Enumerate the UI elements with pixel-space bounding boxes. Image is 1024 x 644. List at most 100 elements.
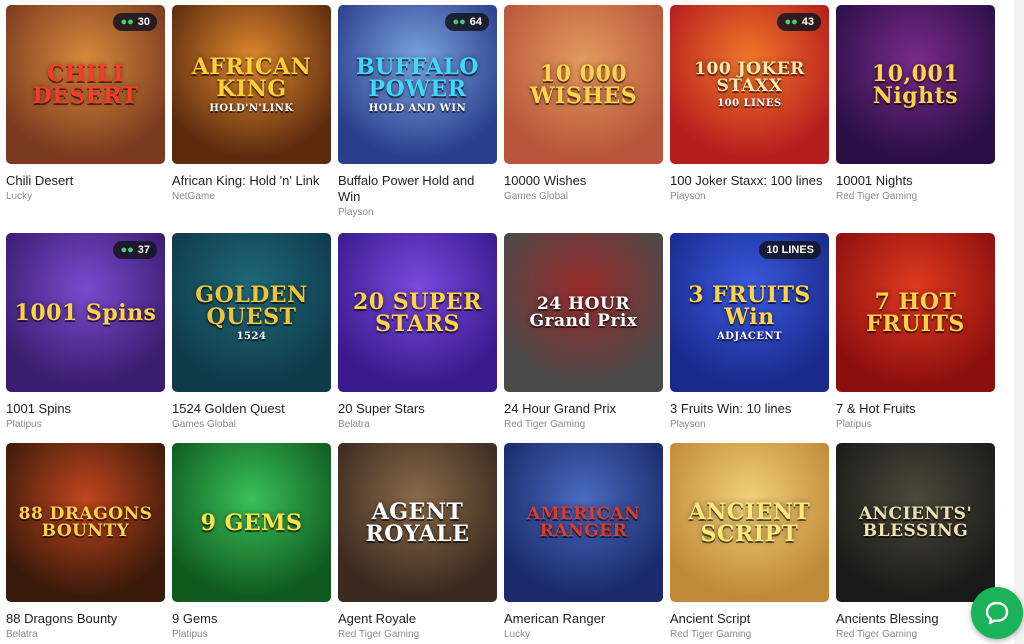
game-title[interactable]: 7 & Hot Fruits bbox=[836, 401, 995, 417]
game-card[interactable]: GOLDEN QUEST 1524 1524 Golden Quest Games G… bbox=[172, 233, 331, 443]
game-thumbnail[interactable]: AGENT ROYALE bbox=[338, 443, 497, 602]
players-count: 64 bbox=[469, 16, 482, 28]
chat-button[interactable] bbox=[971, 587, 1023, 639]
game-card[interactable]: AMERICAN RANGER American Ranger Lucky bbox=[504, 443, 663, 643]
game-title[interactable]: 20 Super Stars bbox=[338, 401, 497, 417]
game-thumbnail[interactable]: ●● 43 100 JOKER STAXX 100 LINES bbox=[670, 5, 829, 164]
game-provider: Lucky bbox=[504, 629, 531, 640]
game-title[interactable]: Chili Desert bbox=[6, 173, 165, 189]
game-title[interactable]: 1001 Spins bbox=[6, 401, 165, 417]
players-icon: ●● bbox=[452, 16, 466, 28]
game-provider: Lucky bbox=[6, 191, 33, 202]
game-title[interactable]: 10001 Nights bbox=[836, 173, 995, 189]
players-icon: ●● bbox=[120, 244, 134, 256]
game-logo-text: 88 DRAGONS BOUNTY bbox=[18, 503, 153, 541]
game-card[interactable]: ●● 30 CHILI DESERT Chili Desert Lucky bbox=[6, 5, 165, 233]
game-title[interactable]: 88 Dragons Bounty bbox=[6, 611, 165, 627]
game-card[interactable]: 10,001 Nights 10001 Nights Red Tiger Gamin… bbox=[836, 5, 995, 233]
game-provider: Belatra bbox=[6, 629, 38, 640]
game-card[interactable]: 24 HOUR Grand Prix 24 Hour Grand Prix Red … bbox=[504, 233, 663, 443]
game-logo-subtitle: 100 LINES bbox=[717, 97, 782, 109]
game-title[interactable]: 10000 Wishes bbox=[504, 173, 663, 189]
game-thumbnail[interactable]: 88 DRAGONS BOUNTY bbox=[6, 443, 165, 602]
players-badge: ●● 43 bbox=[777, 13, 821, 31]
game-card[interactable]: 7 HOT FRUITS 7 & Hot Fruits Platipus bbox=[836, 233, 995, 443]
game-provider: Red Tiger Gaming bbox=[504, 419, 586, 430]
game-logo-text: AGENT ROYALE bbox=[365, 498, 470, 547]
game-logo-subtitle: HOLD'N'LINK bbox=[209, 102, 294, 114]
game-logo-text: AMERICAN RANGER bbox=[526, 503, 641, 541]
game-provider: Playson bbox=[670, 419, 706, 430]
game-logo: 20 SUPER STARS bbox=[338, 291, 497, 335]
game-title[interactable]: 100 Joker Staxx: 100 lines bbox=[670, 173, 829, 189]
game-logo: 1001 Spins bbox=[9, 302, 163, 324]
game-logo: 88 DRAGONS BOUNTY bbox=[6, 503, 165, 541]
game-thumbnail[interactable]: 9 GEMS bbox=[172, 443, 331, 602]
game-title[interactable]: Ancient Script bbox=[670, 611, 829, 627]
game-card[interactable]: 88 DRAGONS BOUNTY 88 Dragons Bounty Belatr… bbox=[6, 443, 165, 643]
players-badge: ●● 64 bbox=[445, 13, 489, 31]
game-thumbnail[interactable]: AMERICAN RANGER bbox=[504, 443, 663, 602]
game-thumbnail[interactable]: 10 000 WISHES bbox=[504, 5, 663, 164]
game-thumbnail[interactable]: 24 HOUR Grand Prix bbox=[504, 233, 663, 392]
game-card[interactable]: ●● 64 BUFFALO POWER HOLD AND WIN Buffalo Pow… bbox=[338, 5, 497, 233]
game-thumbnail[interactable]: 10,001 Nights bbox=[836, 5, 995, 164]
game-thumbnail[interactable]: AFRICAN KING HOLD'N'LINK bbox=[172, 5, 331, 164]
game-card[interactable]: 10 000 WISHES 10000 Wishes Games Global bbox=[504, 5, 663, 233]
game-logo-text: CHILI DESERT bbox=[32, 60, 139, 109]
game-logo-subtitle: 1524 bbox=[236, 330, 267, 342]
game-thumbnail[interactable]: ●● 30 CHILI DESERT bbox=[6, 5, 165, 164]
game-logo-text: 10 000 WISHES bbox=[529, 60, 638, 109]
game-logo-text: 100 JOKER STAXX bbox=[694, 58, 805, 96]
players-count: 30 bbox=[137, 16, 150, 28]
game-title[interactable]: 9 Gems bbox=[172, 611, 331, 627]
game-provider: Platipus bbox=[172, 629, 208, 640]
page-scrollbar[interactable] bbox=[1014, 0, 1024, 644]
game-thumbnail[interactable]: 7 HOT FRUITS bbox=[836, 233, 995, 392]
game-title[interactable]: American Ranger bbox=[504, 611, 663, 627]
game-logo-text: 24 HOUR Grand Prix bbox=[529, 293, 638, 331]
game-provider: Playson bbox=[670, 191, 706, 202]
game-logo: 24 HOUR Grand Prix bbox=[504, 293, 663, 331]
game-logo: 3 FRUITS Win ADJACENT bbox=[670, 284, 829, 342]
game-thumbnail[interactable]: GOLDEN QUEST 1524 bbox=[172, 233, 331, 392]
game-title[interactable]: African King: Hold 'n' Link bbox=[172, 173, 331, 189]
game-card[interactable]: ANCIENT SCRIPT Ancient Script Red Tiger Ga… bbox=[670, 443, 829, 643]
game-provider: Games Global bbox=[504, 191, 568, 202]
game-card[interactable]: AFRICAN KING HOLD'N'LINK African King: Hol… bbox=[172, 5, 331, 233]
game-thumbnail[interactable]: 20 SUPER STARS bbox=[338, 233, 497, 392]
game-logo-subtitle: ADJACENT bbox=[716, 330, 783, 342]
game-card[interactable]: 9 GEMS 9 Gems Platipus bbox=[172, 443, 331, 643]
game-logo: CHILI DESERT bbox=[6, 63, 165, 107]
game-card[interactable]: ●● 37 1001 Spins 1001 Spins Platipus bbox=[6, 233, 165, 443]
game-title[interactable]: 1524 Golden Quest bbox=[172, 401, 331, 417]
game-thumbnail[interactable]: ●● 37 1001 Spins bbox=[6, 233, 165, 392]
game-logo-text: 1001 Spins bbox=[14, 299, 157, 326]
game-title[interactable]: Agent Royale bbox=[338, 611, 497, 627]
players-badge: ●● 37 bbox=[113, 241, 157, 259]
game-thumbnail[interactable]: ANCIENTS' BLESSING bbox=[836, 443, 995, 602]
game-logo-text: 7 HOT FRUITS bbox=[866, 288, 965, 337]
game-logo-text: AFRICAN KING bbox=[191, 53, 312, 102]
game-logo-text: 10,001 Nights bbox=[871, 60, 960, 109]
game-thumbnail[interactable]: ●● 64 BUFFALO POWER HOLD AND WIN bbox=[338, 5, 497, 164]
game-card[interactable]: 20 SUPER STARS 20 Super Stars Belatra bbox=[338, 233, 497, 443]
game-thumbnail[interactable]: ANCIENT SCRIPT bbox=[670, 443, 829, 602]
game-title[interactable]: 3 Fruits Win: 10 lines bbox=[670, 401, 829, 417]
game-card[interactable]: ●● 43 100 JOKER STAXX 100 LINES 100 Joker St… bbox=[670, 5, 829, 233]
game-title[interactable]: Buffalo Power Hold and Win bbox=[338, 173, 497, 205]
players-count: 43 bbox=[801, 16, 814, 28]
game-card[interactable]: 10 LINES 3 FRUITS Win ADJACENT 3 Fruits Win… bbox=[670, 233, 829, 443]
game-provider: Games Global bbox=[172, 419, 236, 430]
game-logo-text: 20 SUPER STARS bbox=[353, 288, 482, 337]
game-provider: Platipus bbox=[836, 419, 872, 430]
game-logo-text: BUFFALO POWER bbox=[356, 53, 479, 102]
game-provider: Red Tiger Gaming bbox=[338, 629, 420, 640]
game-title[interactable]: 24 Hour Grand Prix bbox=[504, 401, 663, 417]
game-logo: AGENT ROYALE bbox=[338, 501, 497, 545]
players-count: 37 bbox=[137, 244, 150, 256]
game-thumbnail[interactable]: 10 LINES 3 FRUITS Win ADJACENT bbox=[670, 233, 829, 392]
game-logo: ANCIENT SCRIPT bbox=[670, 501, 829, 545]
game-card[interactable]: AGENT ROYALE Agent Royale Red Tiger Gaming bbox=[338, 443, 497, 643]
game-provider: Platipus bbox=[6, 419, 42, 430]
